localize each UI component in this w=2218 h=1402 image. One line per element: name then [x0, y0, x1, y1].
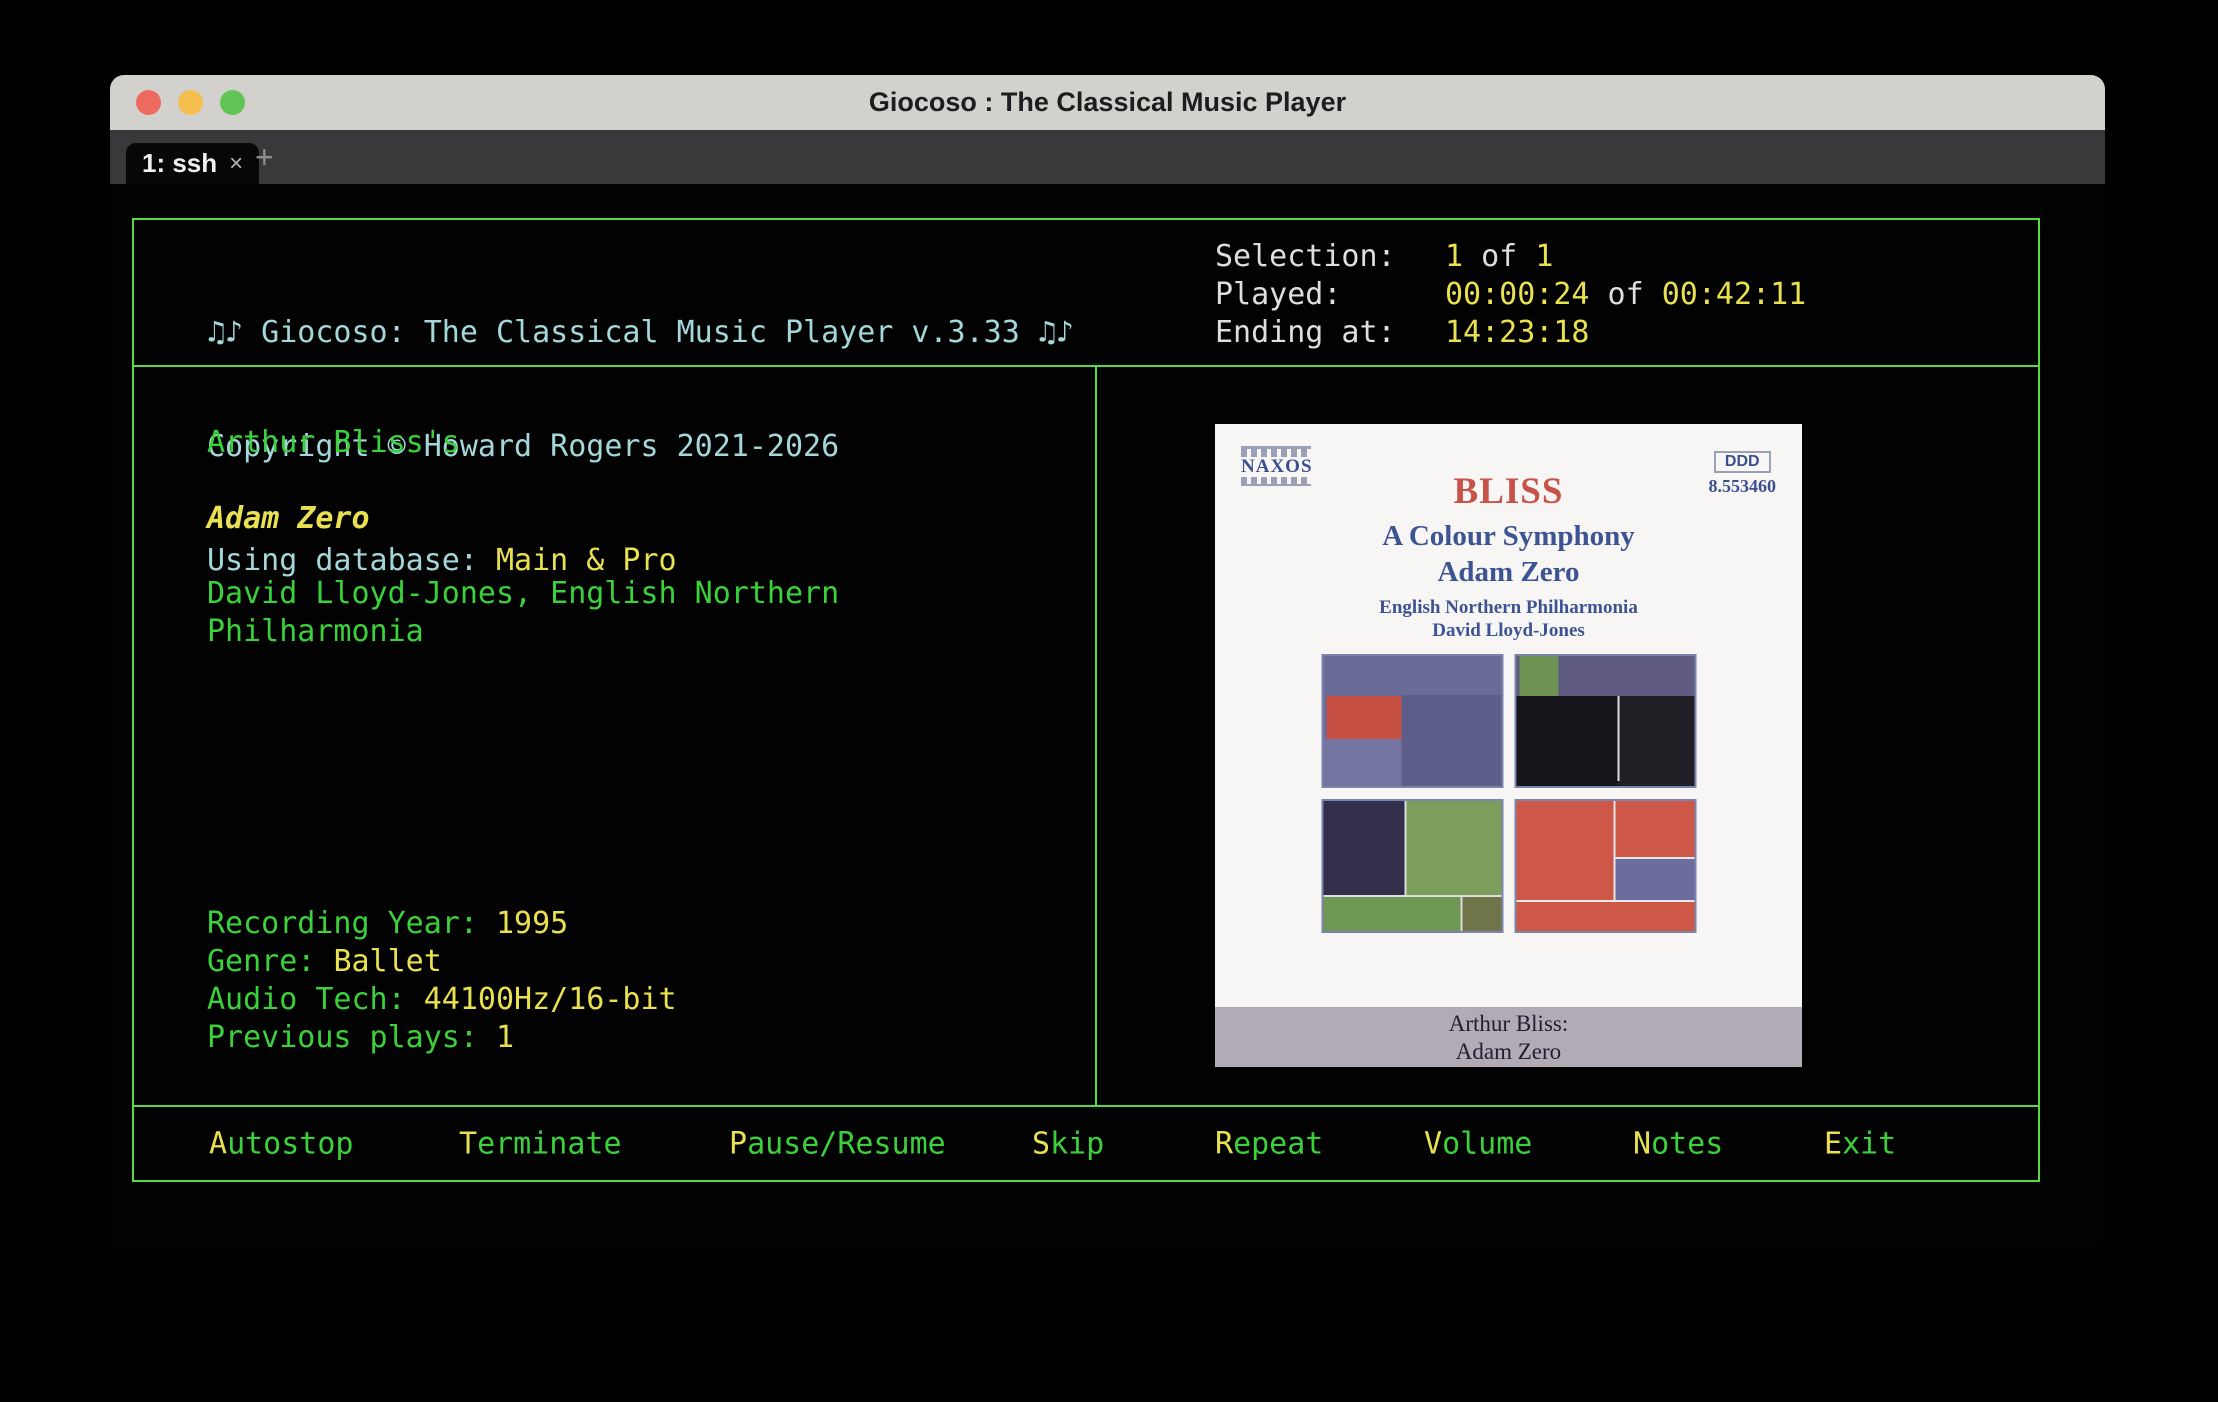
new-tab-button[interactable]: +: [255, 130, 274, 184]
tab-ssh[interactable]: 1: ssh ×: [126, 143, 259, 184]
window-title: Giocoso : The Classical Music Player: [869, 87, 1346, 118]
genre-line: Genre: Ballet: [207, 943, 677, 981]
previous-plays-line: Previous plays: 1: [207, 1019, 677, 1057]
recording-year-label: Recording Year:: [207, 906, 496, 941]
painting-red: [1514, 799, 1696, 933]
terminal-window: Giocoso : The Classical Music Player 1: …: [110, 75, 2105, 1250]
album-caption-band: Arthur Bliss: Adam Zero: [1215, 1007, 1802, 1067]
title-bar: Giocoso : The Classical Music Player: [110, 75, 2105, 130]
album-work-1: A Colour Symphony: [1215, 518, 1802, 554]
painting-purple: [1321, 654, 1503, 788]
selection-of: of: [1463, 239, 1535, 274]
app-title-line: ♫♪ Giocoso: The Classical Music Player v…: [207, 314, 1074, 352]
selection-label: Selection:: [1215, 238, 1445, 276]
menu-item-exit[interactable]: Exit: [1824, 1126, 1896, 1161]
abstract-paintings-grid: [1321, 654, 1696, 933]
audio-tech-label: Audio Tech:: [207, 982, 424, 1017]
header-panel: ♫♪ Giocoso: The Classical Music Player v…: [132, 218, 2040, 367]
tab-bar: 1: ssh × +: [110, 130, 2105, 184]
album-performer-2: David Lloyd-Jones: [1215, 619, 1802, 642]
menu-item-skip[interactable]: Skip: [1032, 1126, 1104, 1161]
tab-label: 1: ssh: [142, 148, 217, 179]
composer-name: Arthur Bliss's: [207, 425, 460, 460]
selection-row: Selection:1 of 1: [1215, 238, 1806, 276]
close-window-button[interactable]: [136, 90, 161, 115]
terminal-screen: ♫♪ Giocoso: The Classical Music Player v…: [110, 184, 2105, 1250]
painting-black: [1514, 654, 1696, 788]
selection-current: 1: [1445, 239, 1463, 274]
played-row: Played:00:00:24 of 00:42:11: [1215, 276, 1806, 314]
recording-year-value: 1995: [496, 906, 568, 941]
audio-tech-value: 44100Hz/16-bit: [424, 982, 677, 1017]
ending-time: 14:23:18: [1445, 315, 1590, 350]
ending-row: Ending at:14:23:18: [1215, 314, 1806, 352]
previous-plays-value: 1: [496, 1020, 514, 1055]
menu-item-pause-resume[interactable]: Pause/Resume: [729, 1126, 946, 1161]
menu-item-terminate[interactable]: Terminate: [459, 1126, 622, 1161]
genre-value: Ballet: [333, 944, 441, 979]
previous-plays-label: Previous plays:: [207, 1020, 496, 1055]
played-total: 00:42:11: [1662, 277, 1807, 312]
recording-metadata: Recording Year: 1995 Genre: Ballet Audio…: [207, 905, 677, 1057]
audio-tech-line: Audio Tech: 44100Hz/16-bit: [207, 981, 677, 1019]
played-of: of: [1590, 277, 1662, 312]
close-tab-icon[interactable]: ×: [229, 150, 243, 178]
album-composer: BLISS: [1215, 470, 1802, 513]
performers: David Lloyd-Jones, English Northern Phil…: [207, 575, 897, 651]
menu-item-repeat[interactable]: Repeat: [1215, 1126, 1323, 1161]
album-caption-line-2: Adam Zero: [1215, 1038, 1802, 1066]
ending-label: Ending at:: [1215, 314, 1445, 352]
menu-item-notes[interactable]: Notes: [1633, 1126, 1723, 1161]
minimize-window-button[interactable]: [178, 90, 203, 115]
menu-item-volume[interactable]: Volume: [1424, 1126, 1532, 1161]
traffic-lights: [136, 75, 245, 130]
playback-status: Selection:1 of 1 Played:00:00:24 of 00:4…: [1215, 238, 1806, 352]
selection-total: 1: [1535, 239, 1553, 274]
played-elapsed: 00:00:24: [1445, 277, 1590, 312]
album-cover: NAXOS DDD 8.553460 BLISS A Colour Sympho…: [1215, 424, 1802, 1067]
album-caption-line-1: Arthur Bliss:: [1215, 1010, 1802, 1038]
album-performers: English Northern Philharmonia David Lloy…: [1215, 596, 1802, 642]
zoom-window-button[interactable]: [220, 90, 245, 115]
panel-divider: [1095, 367, 1097, 1105]
album-performer-1: English Northern Philharmonia: [1215, 596, 1802, 619]
album-work-titles: A Colour Symphony Adam Zero: [1215, 518, 1802, 590]
command-menu: Autostop Terminate Pause/Resume Skip Rep…: [132, 1105, 2040, 1182]
played-label: Played:: [1215, 276, 1445, 314]
genre-label: Genre:: [207, 944, 333, 979]
painting-green: [1321, 799, 1503, 933]
menu-item-autostop[interactable]: Autostop: [209, 1126, 354, 1161]
album-work-2: Adam Zero: [1215, 554, 1802, 590]
recording-year-line: Recording Year: 1995: [207, 905, 677, 943]
now-playing-panel: Arthur Bliss's Adam Zero David Lloyd-Jon…: [132, 365, 2040, 1107]
work-title: Adam Zero: [207, 501, 370, 536]
